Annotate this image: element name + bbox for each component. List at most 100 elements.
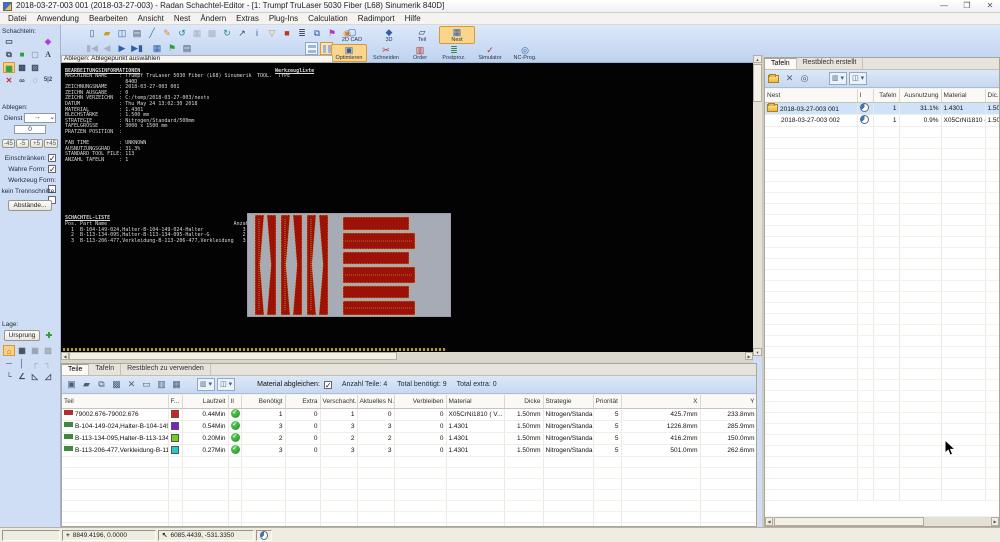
tab-teile[interactable]: Teile [62,364,90,375]
open-icon[interactable]: ▰ [100,27,114,40]
columns-icon[interactable]: ▥ [155,378,168,391]
menu-extras[interactable]: Extras [231,13,264,24]
workflow-nest-button[interactable]: ▦ Nest [439,26,475,44]
array-full-icon[interactable]: ▩ [16,62,28,73]
paste-icon[interactable]: ▩ [205,27,219,40]
print-icon[interactable]: ▤ [130,27,144,40]
line-v-icon[interactable]: │ [16,358,28,369]
scrollbar-thumb[interactable] [753,64,762,102]
copy-icon[interactable]: ▦ [190,27,204,40]
menu-bearbeiten[interactable]: Bearbeiten [84,13,133,24]
flag-green-icon[interactable]: ⚑ [165,42,179,55]
sheets-table-header[interactable]: Nest I Tafeln Ausnutzung Material Dic... [765,89,999,103]
scroll-up-icon[interactable]: ▲ [753,55,762,63]
split-icon[interactable]: 5|2 [42,75,54,86]
chain-icon[interactable]: ∞ [16,75,28,86]
stop-icon[interactable]: ■ [280,27,294,40]
triangle-right-icon[interactable]: ◿ [42,371,54,382]
angle-input[interactable]: 0 [14,125,46,134]
new-part-icon[interactable]: ▣ [65,378,78,391]
corner-bl-icon[interactable]: └ [3,371,15,382]
origin-button[interactable]: Ursprung [4,330,40,341]
grid-1-icon[interactable]: ▦ [16,345,28,356]
canvas-vertical-scrollbar[interactable]: ▲ ▼ [753,55,762,356]
paste-icon[interactable]: ▩ [110,378,123,391]
menu-calculation[interactable]: Calculation [303,13,353,24]
table-row[interactable]: 2018-03-27-003 002 1 0.9% X05CrNi1810 ( … [765,114,999,127]
corner-tl-icon[interactable]: ┌ [29,358,41,369]
tab-restblech-erstellt[interactable]: Restblech erstellt [797,58,864,69]
filter-icon[interactable]: ▽ [265,27,279,40]
list-icon[interactable]: ▤ [180,42,194,55]
table-row[interactable]: B-113-206-477,Verkleidung-B-113-2... 0.2… [62,444,756,457]
delete-icon[interactable]: ✕ [783,72,796,85]
distances-button[interactable]: Abstände... [8,200,52,211]
sequence-icon[interactable]: ↺ [175,27,189,40]
table-row[interactable]: 79002.676-79002.676 0.44Min 1 0 1 0 0 X0… [62,408,756,421]
workflow-3d-button[interactable]: ◆ 3D [373,26,405,44]
menu-ansicht[interactable]: Ansicht [133,13,169,24]
pair-icon[interactable]: ⧉ [3,49,15,60]
workflow-2d-cad-button[interactable]: ▢ 2D CAD [333,26,371,44]
tab-tafeln[interactable]: Tafeln [765,58,797,69]
close-button[interactable]: ✕ [983,0,997,12]
origin-home-icon[interactable]: ⌂ [3,345,15,356]
scroll-left-icon[interactable]: ◀ [61,352,69,360]
first-icon[interactable]: ▮◀ [85,42,99,55]
maximize-button[interactable]: ❐ [960,0,974,12]
angle-plus-45-button[interactable]: +45 [44,139,58,148]
menu-radimport[interactable]: Radimport [353,13,400,24]
delete-icon[interactable]: ✕ [125,378,138,391]
menu-datei[interactable]: Datei [3,13,32,24]
scroll-right-icon[interactable]: ▶ [745,352,753,360]
scrollbar-thumb[interactable] [774,517,924,526]
service-dropdown[interactable]: → ⌄ [24,113,56,123]
copy-icon[interactable]: ⧉ [95,378,108,391]
corner-tr-icon[interactable]: ┐ [42,358,54,369]
draw-line-icon[interactable]: ╱ [145,27,159,40]
grid-2-icon[interactable]: ▦ [29,345,41,356]
line-h-icon[interactable]: ─ [3,358,15,369]
nest-sheet-preview[interactable] [247,213,451,317]
new-icon[interactable]: ▯ [85,27,99,40]
menu-anwendung[interactable]: Anwendung [32,13,84,24]
constrain-checkbox[interactable] [48,154,56,163]
triangle-left-icon[interactable]: ◺ [29,371,41,382]
menu-plugins[interactable]: Plug-Ins [264,13,303,24]
workflow-order-button[interactable]: ▥ Order [405,44,435,62]
text-icon[interactable]: A [42,49,54,60]
workflow-nc-prog-button[interactable]: ◎ NC-Prog. [509,44,541,62]
nest-canvas[interactable]: BEARBEITUNGSINFORMATIONEN Werkzeugliste … [61,63,753,347]
fill-icon[interactable]: ■ [16,49,28,60]
material-match-checkbox[interactable] [323,380,332,390]
angle-minus-5-button[interactable]: -5 [16,139,29,148]
edit-icon[interactable]: ▭ [140,378,153,391]
canvas-horizontal-scrollbar[interactable]: ◀ ▶ [61,352,753,360]
table-row[interactable]: 2018-03-27-003 001 1 31.1% 1.4301 1.50m [765,102,999,115]
workflow-optimieren-button[interactable]: ▣ Optimieren [331,44,367,62]
view-dropdown-2[interactable]: ◫ ▾ [217,378,236,391]
angle-icon[interactable]: ∠ [16,371,28,382]
nest-target-icon[interactable]: ◎ [798,72,811,85]
import-part-icon[interactable]: ▰ [80,378,93,391]
last-icon[interactable]: ▶▮ [130,42,144,55]
true-shape-checkbox[interactable] [48,165,56,174]
cluster-icon[interactable]: ◆ [42,36,54,47]
grid-icon[interactable]: ▦ [150,42,164,55]
table-row[interactable]: B-113-134-095,Halter-B-113-134-09... 0.2… [62,432,756,445]
table-row[interactable]: B-104-149-024,Halter-B-104-149-02... 0.5… [62,420,756,433]
dimensions-icon[interactable]: ≣ [295,27,309,40]
rectangle-icon[interactable]: ▭ [3,36,15,47]
window-icon[interactable]: ⧉ [310,27,324,40]
menu-hilfe[interactable]: Hilfe [400,13,426,24]
rotate-icon[interactable]: ↻ [220,27,234,40]
scroll-left-icon[interactable]: ◀ [765,517,773,526]
info-icon[interactable]: i [250,27,264,40]
parts-table-header[interactable]: Teil F... Laufzeit II Benötigt Extra Ver… [62,395,756,409]
tab-restblech[interactable]: Restblech zu verwenden [121,364,211,375]
open-nest-icon[interactable] [768,73,779,83]
save-icon[interactable]: ◫ [115,27,129,40]
scroll-down-icon[interactable]: ▼ [753,348,762,356]
scroll-right-icon[interactable]: ▶ [991,517,999,526]
thumbnails-icon[interactable]: ▦ [170,378,183,391]
